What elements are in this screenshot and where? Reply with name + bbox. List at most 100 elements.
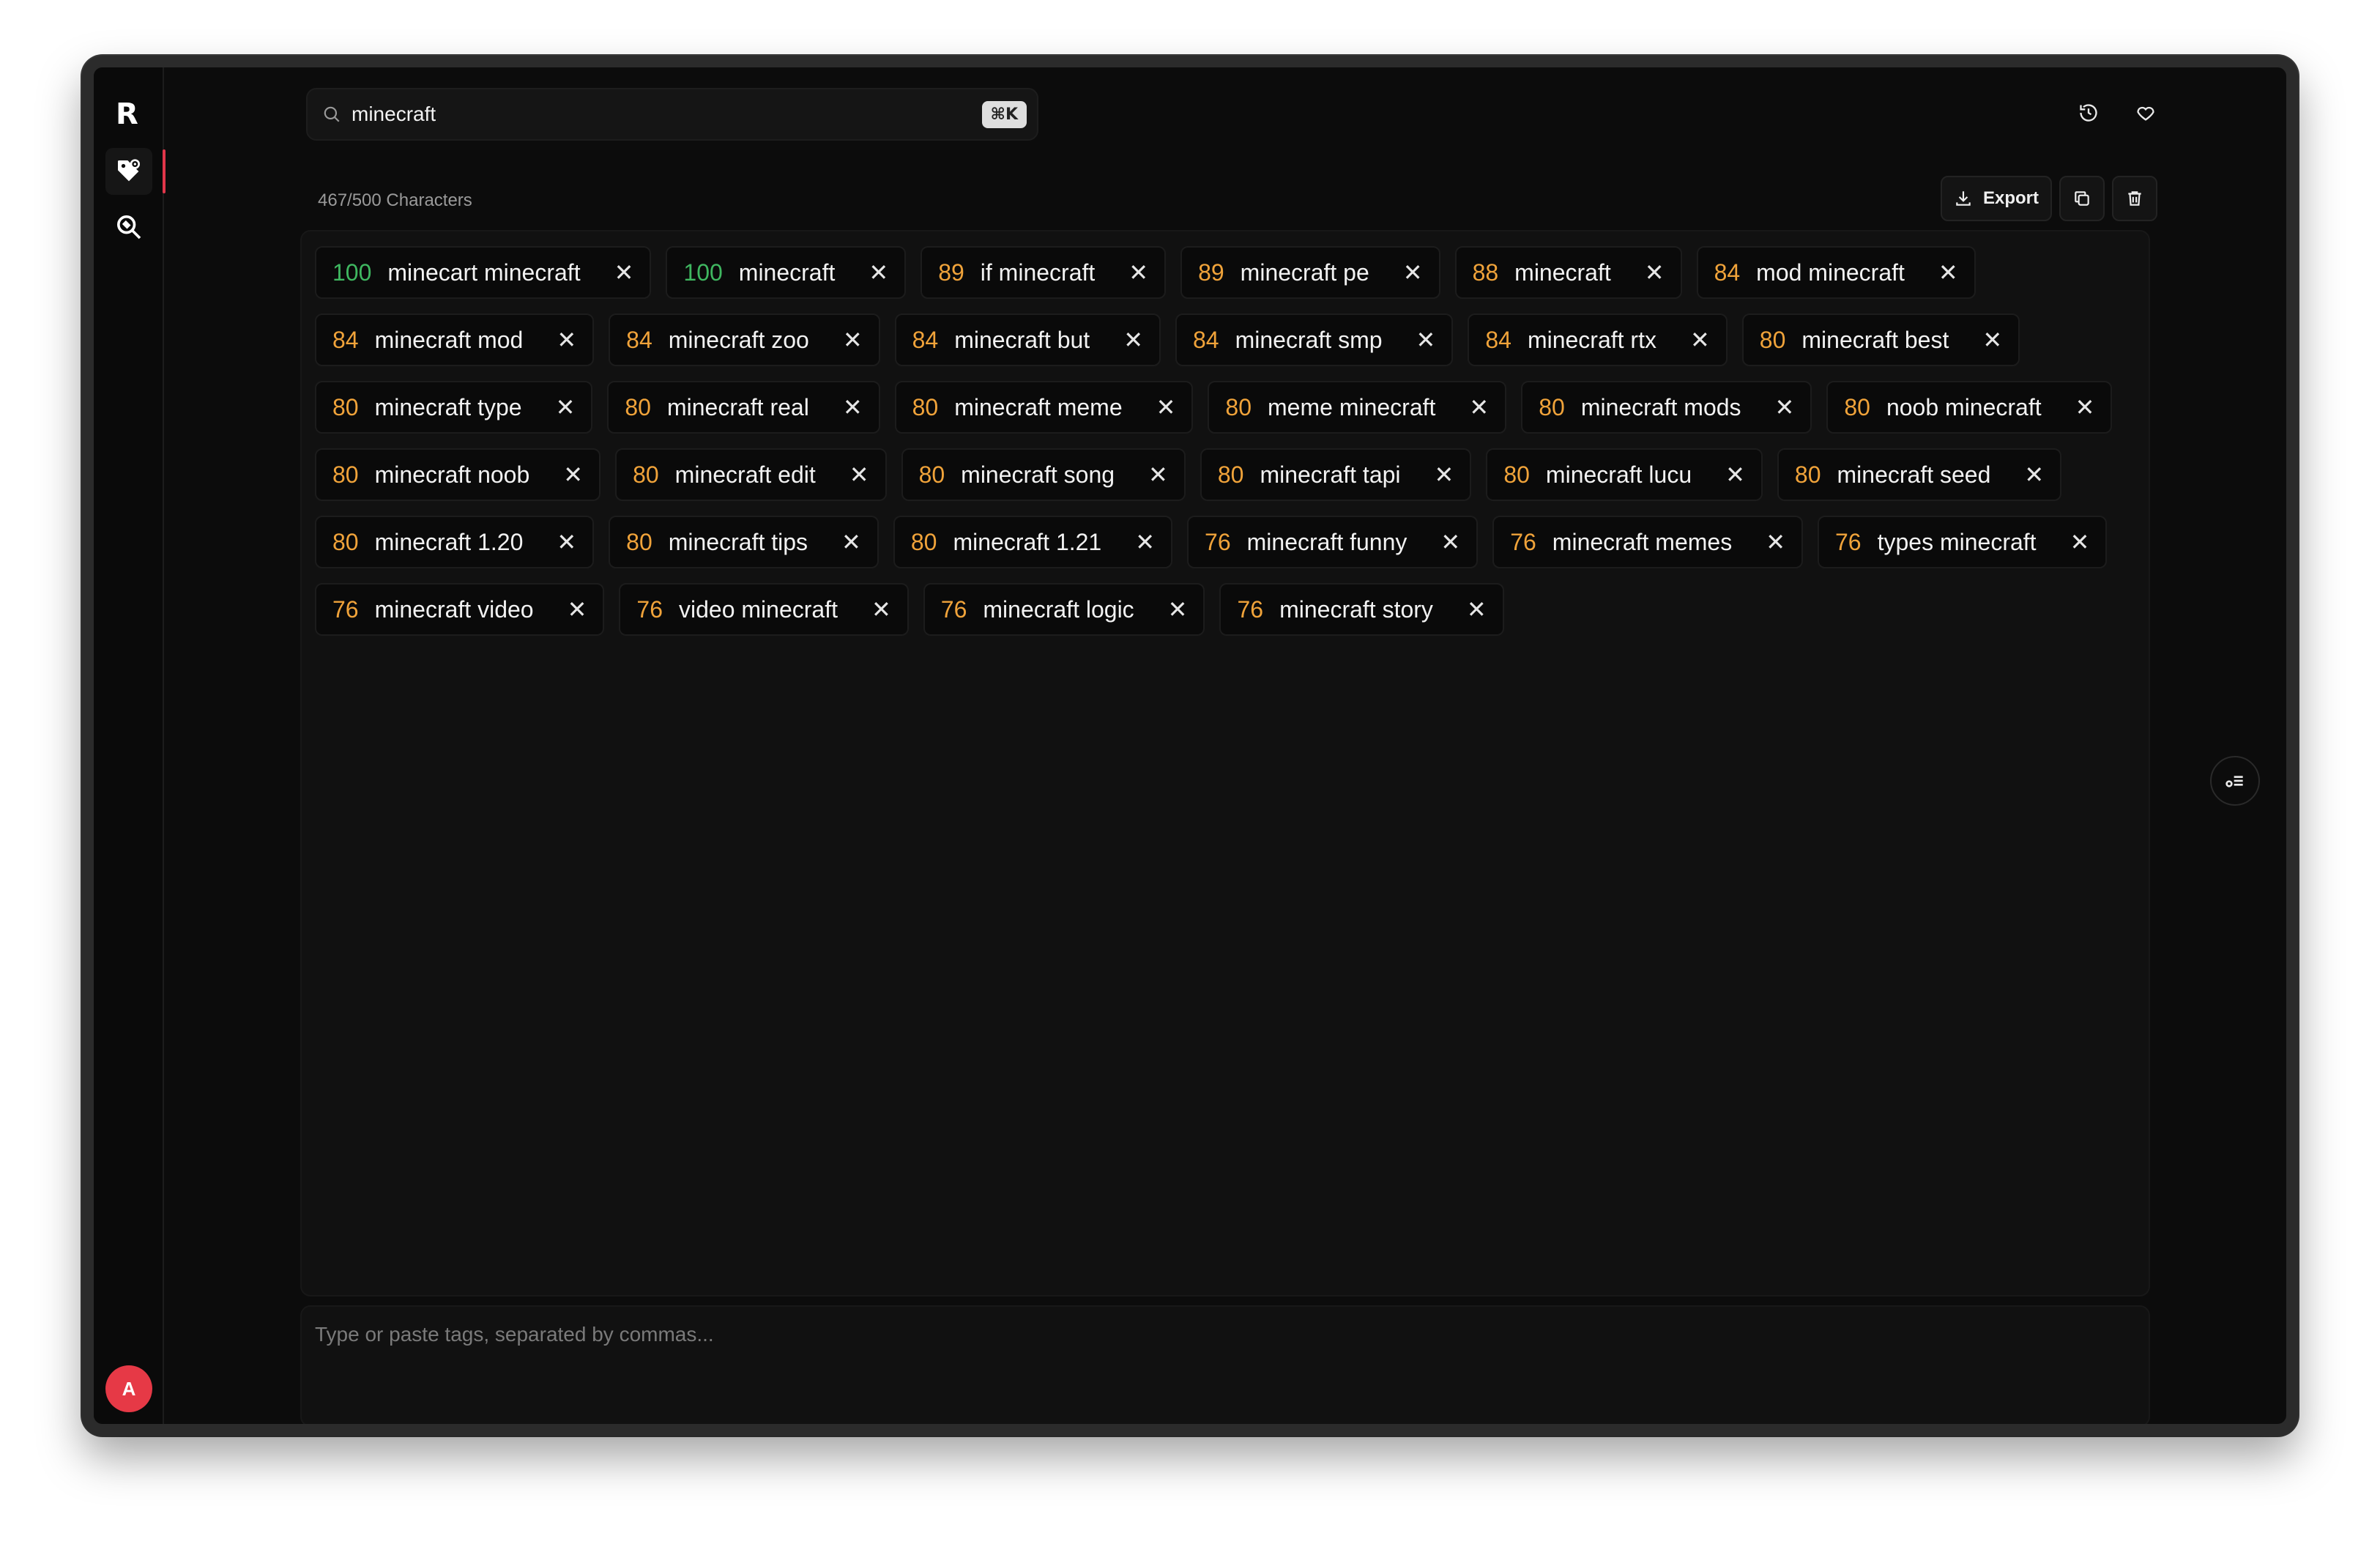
- remove-tag-icon[interactable]: ✕: [1156, 396, 1176, 419]
- tag-score: 84: [1485, 326, 1511, 353]
- remove-tag-icon[interactable]: ✕: [614, 261, 634, 284]
- remove-tag-icon[interactable]: ✕: [1467, 598, 1487, 621]
- remove-tag-icon[interactable]: ✕: [843, 328, 863, 352]
- history-button[interactable]: [2072, 97, 2105, 129]
- tag-chip[interactable]: 80 meme minecraft ✕: [1208, 381, 1507, 434]
- tag-chip[interactable]: 80 noob minecraft ✕: [1826, 381, 2113, 434]
- tag-chip[interactable]: 80 minecraft 1.21 ✕: [893, 516, 1173, 568]
- tag-chip[interactable]: 76 minecraft video ✕: [315, 583, 605, 636]
- tag-chip[interactable]: 84 minecraft but ✕: [894, 314, 1161, 366]
- remove-tag-icon[interactable]: ✕: [1435, 463, 1454, 486]
- tag-chip[interactable]: 100 minecraft ✕: [666, 246, 907, 299]
- remove-tag-icon[interactable]: ✕: [563, 463, 583, 486]
- remove-tag-icon[interactable]: ✕: [1128, 261, 1148, 284]
- remove-tag-icon[interactable]: ✕: [1766, 530, 1785, 554]
- tag-chip[interactable]: 80 minecraft mods ✕: [1521, 381, 1812, 434]
- remove-tag-icon[interactable]: ✕: [1123, 328, 1143, 352]
- app-logo[interactable]: R: [116, 100, 142, 129]
- remove-tag-icon[interactable]: ✕: [1416, 328, 1436, 352]
- sidebar-item-tag-search[interactable]: [105, 204, 152, 251]
- tag-label: minecraft funny: [1246, 528, 1407, 555]
- tag-chip[interactable]: 88 minecraft ✕: [1454, 246, 1682, 299]
- remove-tag-icon[interactable]: ✕: [1135, 530, 1155, 554]
- tag-chip[interactable]: 80 minecraft 1.20 ✕: [315, 516, 595, 568]
- remove-tag-icon[interactable]: ✕: [871, 598, 891, 621]
- filter-settings-icon: [2225, 776, 2243, 787]
- copy-icon: [2075, 191, 2089, 206]
- remove-tag-icon[interactable]: ✕: [1645, 261, 1665, 284]
- remove-tag-icon[interactable]: ✕: [556, 396, 576, 419]
- remove-tag-icon[interactable]: ✕: [1982, 328, 2002, 352]
- remove-tag-icon[interactable]: ✕: [1938, 261, 1958, 284]
- tag-chip[interactable]: 80 minecraft song ✕: [901, 448, 1186, 501]
- remove-tag-icon[interactable]: ✕: [1775, 396, 1795, 419]
- tag-label: minecraft tapi: [1260, 461, 1401, 488]
- tag-chip[interactable]: 80 minecraft seed ✕: [1777, 448, 2062, 501]
- favorites-button[interactable]: [2130, 97, 2162, 129]
- tag-score: 80: [1225, 393, 1252, 420]
- remove-tag-icon[interactable]: ✕: [557, 530, 576, 554]
- tag-chip[interactable]: 80 minecraft best ✕: [1741, 314, 2020, 366]
- remove-tag-icon[interactable]: ✕: [2070, 530, 2090, 554]
- remove-tag-icon[interactable]: ✕: [1440, 530, 1460, 554]
- tag-chip[interactable]: 80 minecraft tips ✕: [609, 516, 879, 568]
- tag-chip[interactable]: 80 minecraft lucu ✕: [1486, 448, 1763, 501]
- tag-chip[interactable]: 80 minecraft tapi ✕: [1200, 448, 1472, 501]
- tag-label: minecraft logic: [983, 596, 1134, 623]
- tag-chip[interactable]: 76 minecraft funny ✕: [1187, 516, 1479, 568]
- tag-chip[interactable]: 76 video minecraft ✕: [619, 583, 909, 636]
- tag-chip[interactable]: 89 if minecraft ✕: [921, 246, 1167, 299]
- remove-tag-icon[interactable]: ✕: [557, 328, 576, 352]
- tag-label: minecraft meme: [954, 393, 1123, 420]
- search-bar[interactable]: ⌘K: [306, 88, 1038, 141]
- remove-tag-icon[interactable]: ✕: [1148, 463, 1168, 486]
- filter-toggle-button[interactable]: [2210, 756, 2260, 806]
- tag-chip[interactable]: 84 mod minecraft ✕: [1696, 246, 1976, 299]
- tag-chip[interactable]: 80 minecraft meme ✕: [894, 381, 1194, 434]
- tag-chip[interactable]: 76 minecraft story ✕: [1219, 583, 1504, 636]
- tag-label: types minecraft: [1877, 528, 2037, 555]
- tag-chip[interactable]: 76 types minecraft ✕: [1818, 516, 2108, 568]
- tag-label: noob minecraft: [1886, 393, 2042, 420]
- remove-tag-icon[interactable]: ✕: [1469, 396, 1489, 419]
- tag-label: minecraft 1.21: [953, 528, 1102, 555]
- remove-tag-icon[interactable]: ✕: [1403, 261, 1423, 284]
- tag-score: 80: [1539, 393, 1565, 420]
- user-avatar[interactable]: A: [105, 1365, 152, 1412]
- sidebar-item-tag-generator[interactable]: [105, 148, 166, 195]
- tag-chip[interactable]: 89 minecraft pe ✕: [1180, 246, 1440, 299]
- remove-tag-icon[interactable]: ✕: [869, 261, 888, 284]
- tag-chip[interactable]: 80 minecraft real ✕: [607, 381, 880, 434]
- remove-tag-icon[interactable]: ✕: [1725, 463, 1745, 486]
- tags-panel: 100 minecart minecraft ✕ 100 minecraft ✕ 89 if …: [300, 230, 2150, 1424]
- tag-chip[interactable]: 84 minecraft smp ✕: [1175, 314, 1454, 366]
- remove-tag-icon[interactable]: ✕: [843, 396, 863, 419]
- tag-chip[interactable]: 76 minecraft memes ✕: [1492, 516, 1803, 568]
- remove-tag-icon[interactable]: ✕: [841, 530, 861, 554]
- export-button[interactable]: Export: [1940, 176, 2052, 221]
- tag-chip[interactable]: 100 minecart minecraft ✕: [315, 246, 652, 299]
- tag-chip[interactable]: 80 minecraft edit ✕: [615, 448, 887, 501]
- tag-chip[interactable]: 84 minecraft zoo ✕: [609, 314, 880, 366]
- tag-chip[interactable]: 80 minecraft type ✕: [315, 381, 593, 434]
- tag-score: 80: [1503, 461, 1530, 488]
- delete-button[interactable]: [2112, 176, 2157, 221]
- copy-button[interactable]: [2059, 176, 2105, 221]
- tag-input[interactable]: [315, 1323, 2135, 1409]
- tag-chip[interactable]: 84 minecraft rtx ✕: [1468, 314, 1728, 366]
- tag-label: minecraft: [1514, 259, 1611, 286]
- remove-tag-icon[interactable]: ✕: [2075, 396, 2095, 419]
- tag-chip[interactable]: 84 minecraft mod ✕: [315, 314, 595, 366]
- remove-tag-icon[interactable]: ✕: [1690, 328, 1710, 352]
- tag-input-area: [300, 1305, 2150, 1424]
- tag-label: mod minecraft: [1756, 259, 1905, 286]
- tag-label: minecraft: [738, 259, 836, 286]
- remove-tag-icon[interactable]: ✕: [1168, 598, 1188, 621]
- tag-chip[interactable]: 76 minecraft logic ✕: [923, 583, 1205, 636]
- search-input[interactable]: [352, 103, 982, 126]
- tag-chip[interactable]: 80 minecraft noob ✕: [315, 448, 601, 501]
- remove-tag-icon[interactable]: ✕: [2024, 463, 2044, 486]
- tag-score: 76: [1510, 528, 1536, 555]
- remove-tag-icon[interactable]: ✕: [849, 463, 869, 486]
- remove-tag-icon[interactable]: ✕: [568, 598, 587, 621]
